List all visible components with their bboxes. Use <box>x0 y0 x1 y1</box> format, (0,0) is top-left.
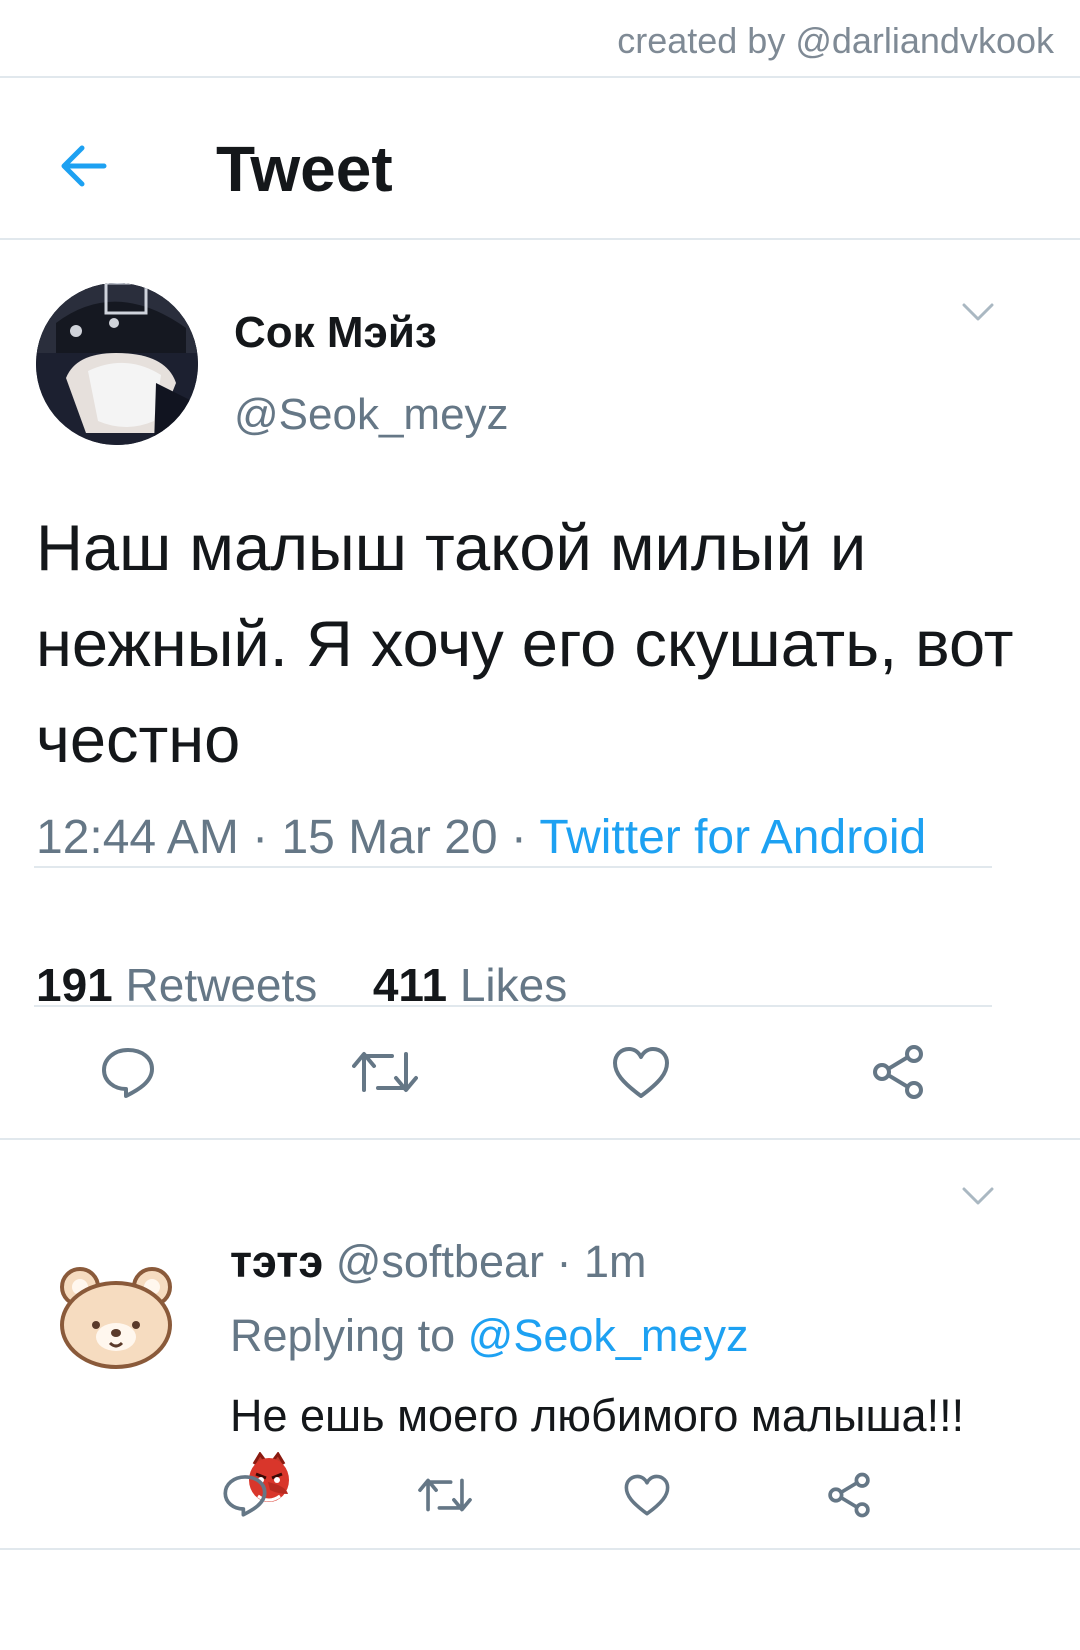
divider <box>0 1548 1080 1550</box>
retweet-button[interactable] <box>352 1046 418 1103</box>
reply-header: тэтэ @softbear · 1m <box>230 1236 647 1287</box>
share-icon <box>828 1472 870 1518</box>
retweets-count: 191 <box>36 959 113 1011</box>
reply-button[interactable] <box>100 1044 156 1105</box>
retweet-icon <box>418 1478 472 1512</box>
chevron-down-icon <box>962 303 994 321</box>
share-icon <box>873 1045 923 1099</box>
tweet-menu-button[interactable] <box>962 302 994 322</box>
reply-menu-button[interactable] <box>962 1186 994 1206</box>
tweet-time: 12:44 AM <box>36 811 239 864</box>
tweet-meta: 12:44 AM · 15 Mar 20 · Twitter for Andro… <box>36 811 927 864</box>
like-icon <box>613 1047 669 1098</box>
like-icon <box>624 1474 670 1516</box>
divider <box>0 76 1080 78</box>
divider <box>34 1005 992 1007</box>
reply-age: 1m <box>583 1236 647 1287</box>
share-button[interactable] <box>870 1044 926 1105</box>
divider <box>0 238 1080 240</box>
reply-like-button[interactable] <box>624 1474 670 1522</box>
reply-avatar[interactable] <box>58 1265 174 1371</box>
reply-author-name[interactable]: тэтэ <box>230 1236 323 1287</box>
reply-icon <box>102 1048 154 1098</box>
reply-retweet-button[interactable] <box>418 1474 472 1521</box>
reply-share-button[interactable] <box>826 1472 872 1523</box>
tweet-date: 15 Mar 20 <box>281 811 498 864</box>
author-handle[interactable]: @Seok_meyz <box>234 390 509 440</box>
likes-count: 411 <box>372 959 448 1011</box>
chevron-down-icon <box>962 1187 994 1205</box>
likes-label: Likes <box>459 959 568 1011</box>
divider <box>0 1138 1080 1140</box>
replying-mention-link[interactable]: @Seok_meyz <box>468 1310 749 1361</box>
reply-text-block: Не ешь моего любимого малыша!!! <box>230 1380 1010 1531</box>
like-button[interactable] <box>612 1046 670 1105</box>
creator-credit: created by @darliandvkook <box>617 20 1054 61</box>
back-arrow-icon <box>61 145 107 187</box>
reply-text: Не ешь моего любимого малыша!!! <box>230 1390 965 1441</box>
replying-prefix: Replying to <box>230 1310 456 1361</box>
engagement-counts: 191 Retweets 411 Likes <box>36 958 567 1012</box>
reply-icon <box>223 1475 267 1517</box>
avatar[interactable] <box>36 283 198 445</box>
reply-author-handle[interactable]: @softbear <box>336 1236 544 1287</box>
retweet-icon <box>352 1052 418 1092</box>
author-name[interactable]: Сок Мэйз <box>234 308 437 358</box>
replying-to: Replying to @Seok_meyz <box>230 1310 748 1362</box>
retweets-label: Retweets <box>125 959 318 1011</box>
likes-stat[interactable]: 411 Likes <box>373 959 567 1011</box>
retweets-stat[interactable]: 191 Retweets <box>36 959 317 1011</box>
reply-reply-button[interactable] <box>222 1472 268 1523</box>
tweet-text: Наш малыш такой милый и нежный. Я хочу е… <box>36 511 1014 776</box>
tweet-source-link[interactable]: Twitter for Android <box>539 811 926 864</box>
back-button[interactable] <box>56 138 112 194</box>
page-title: Tweet <box>216 133 393 205</box>
divider <box>34 866 992 868</box>
